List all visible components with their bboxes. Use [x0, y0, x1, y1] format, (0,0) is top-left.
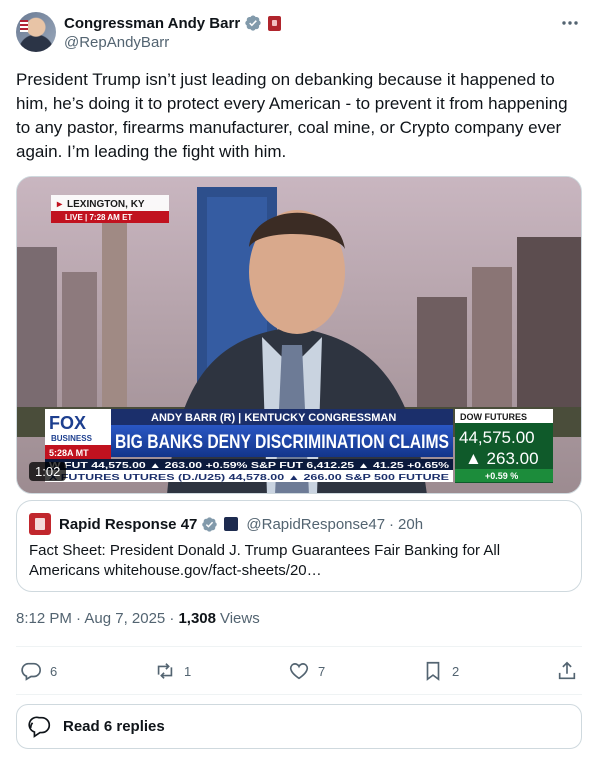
reply-count: 6	[50, 663, 58, 679]
author-avatar[interactable]	[16, 12, 56, 52]
video-duration: 1:02	[29, 462, 67, 481]
like-button[interactable]: 7	[288, 660, 325, 682]
chat-bubble-icon	[28, 716, 51, 738]
tweet-header: Congressman Andy Barr @RepAndyBarr	[16, 12, 582, 56]
read-replies-label: Read 6 replies	[63, 718, 165, 735]
verified-icon	[245, 15, 261, 31]
like-count: 7	[318, 663, 326, 679]
author-name-row: Congressman Andy Barr	[64, 14, 282, 32]
more-icon	[562, 21, 578, 25]
quoted-avatar	[29, 513, 51, 535]
quoted-separator: ·	[389, 515, 395, 533]
author-display-name[interactable]: Congressman Andy Barr	[64, 15, 240, 32]
tweet-meta: 8:12 PM · Aug 7, 2025 · 1,308 Views	[16, 610, 260, 627]
svg-text:▸: ▸	[56, 199, 63, 210]
read-replies-button[interactable]: Read 6 replies	[16, 704, 582, 749]
tweet-timestamp[interactable]: 8:12 PM · Aug 7, 2025 ·	[16, 610, 174, 627]
video-dow-value: 44,575.00	[459, 428, 535, 447]
video-player[interactable]: ▸ LEXINGTON, KY LIVE | 7:28 AM ET FOX BU…	[16, 176, 582, 494]
tweet-text: President Trump isn’t just leading on de…	[16, 70, 568, 161]
video-local-time: 5:28A MT	[49, 448, 89, 458]
reply-button[interactable]: 6	[20, 660, 57, 682]
repost-count: 1	[184, 663, 192, 679]
quoted-tweet-text: Fact Sheet: President Donald J. Trump Gu…	[29, 542, 501, 579]
divider	[16, 694, 582, 695]
government-seal-icon	[224, 517, 239, 531]
divider	[16, 646, 582, 647]
author-handle[interactable]: @RepAndyBarr	[64, 34, 169, 51]
quoted-handle: @RapidResponse47	[246, 515, 386, 533]
quoted-tweet-header: Rapid Response 47 @RapidResponse47 · 20h	[29, 513, 423, 535]
video-network-sub: BUSINESS	[51, 434, 93, 443]
quoted-display-name: Rapid Response 47	[59, 515, 198, 533]
like-icon	[289, 663, 309, 680]
video-ticker-row1: W FUT 44,575.00 ▲ 263.00 +0.59% S&P FUT …	[49, 461, 449, 470]
share-button[interactable]	[556, 660, 578, 682]
video-dow-label: DOW FUTURES	[460, 412, 527, 422]
reply-icon	[21, 662, 41, 681]
video-frame: ▸ LEXINGTON, KY LIVE | 7:28 AM ET FOX BU…	[17, 177, 581, 493]
video-location: LEXINGTON, KY	[67, 199, 145, 210]
video-headline: BIG BANKS DENY DISCRIMINATION CLAIMS	[115, 432, 449, 453]
repost-button[interactable]: 1	[154, 660, 191, 682]
verified-icon	[202, 516, 218, 532]
video-network-logo: FOX	[49, 413, 86, 433]
video-live-badge: LIVE | 7:28 AM ET	[65, 213, 132, 222]
video-dow-pct: +0.59 %	[485, 471, 518, 481]
video-lower-third-name: ANDY BARR (R) | KENTUCKY CONGRESSMAN	[151, 412, 396, 424]
share-icon	[558, 661, 576, 680]
repost-icon	[157, 663, 173, 679]
bookmark-icon	[426, 661, 440, 681]
quoted-tweet[interactable]: Rapid Response 47 @RapidResponse47 · 20h…	[16, 500, 582, 592]
action-bar: 6 1 7 2	[16, 660, 582, 684]
bookmark-count: 2	[452, 663, 460, 679]
video-ticker-row2: X FUTURES UTURES (D./U25) 44,578.00 ▲ 26…	[49, 473, 450, 482]
quoted-time: 20h	[398, 515, 424, 533]
views-label: Views	[219, 610, 260, 627]
government-badge-icon	[268, 15, 282, 31]
video-dow-change: ▲ 263.00	[465, 449, 539, 468]
bookmark-button[interactable]: 2	[422, 660, 459, 682]
more-options-button[interactable]	[558, 12, 582, 34]
views-count: 1,308	[178, 610, 216, 627]
